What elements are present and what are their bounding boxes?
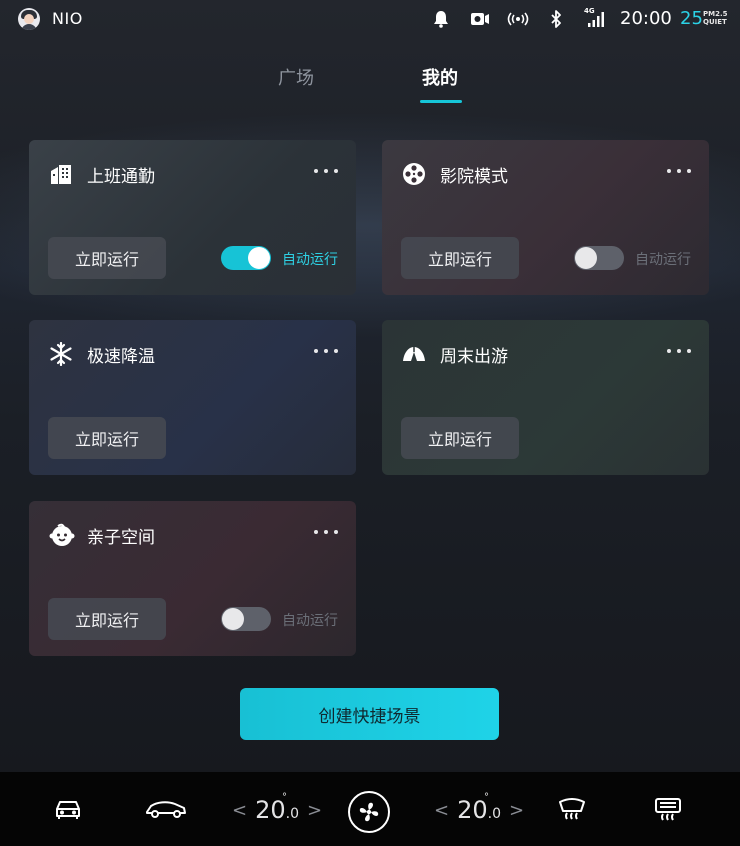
run-now-button[interactable]: 立即运行 — [48, 417, 166, 459]
dashcam-icon[interactable] — [470, 9, 490, 29]
tab-plaza[interactable]: 广场 — [278, 64, 314, 90]
right-temp-increase[interactable]: > — [509, 800, 524, 821]
more-options-icon[interactable] — [314, 523, 338, 541]
run-now-button[interactable]: 立即运行 — [401, 237, 519, 279]
user-avatar[interactable] — [18, 8, 40, 30]
scene-card-weekend-trip[interactable]: 周末出游 立即运行 — [382, 320, 709, 475]
car-side-icon[interactable] — [145, 795, 187, 823]
left-temp-increase[interactable]: > — [307, 800, 322, 821]
run-now-button[interactable]: 立即运行 — [48, 598, 166, 640]
front-defrost-icon[interactable] — [556, 795, 588, 823]
clock: 20:00 — [620, 8, 672, 29]
scene-title: 上班通勤 — [87, 167, 155, 187]
run-now-button[interactable]: 立即运行 — [48, 237, 166, 279]
scene-title: 影院模式 — [440, 167, 508, 187]
scene-card-cinema[interactable]: 影院模式 立即运行 自动运行 — [382, 140, 709, 295]
bell-icon[interactable] — [432, 9, 450, 29]
rear-defrost-icon[interactable] — [652, 795, 684, 823]
scene-card-rapid-cooling[interactable]: 极速降温 立即运行 — [29, 320, 356, 475]
car-icon[interactable] — [52, 795, 84, 823]
left-temperature[interactable]: < 20 .0 ° > — [224, 792, 330, 824]
tab-mine[interactable]: 我的 — [422, 64, 458, 90]
signal-icon: 4G — [584, 7, 606, 29]
scene-card-commute[interactable]: 上班通勤 立即运行 自动运行 — [29, 140, 356, 295]
scene-title: 周末出游 — [440, 347, 508, 367]
baby-face-icon — [49, 523, 75, 547]
auto-run-toggle[interactable] — [221, 246, 271, 270]
snowflake-icon — [49, 341, 73, 367]
scene-title: 亲子空间 — [87, 528, 155, 548]
network-type: 4G — [584, 7, 595, 15]
more-options-icon[interactable] — [314, 162, 338, 180]
more-options-icon[interactable] — [667, 342, 691, 360]
right-temp-decimal: .0 — [487, 806, 501, 822]
left-temp-decrease[interactable]: < — [232, 800, 247, 821]
auto-run-toggle[interactable] — [574, 246, 624, 270]
auto-run-label: 自动运行 — [282, 613, 338, 629]
scene-card-family-space[interactable]: 亲子空间 立即运行 自动运行 — [29, 501, 356, 656]
create-scene-button[interactable]: 创建快捷场景 — [240, 688, 499, 740]
right-temp-degree: ° — [484, 792, 489, 803]
run-now-button[interactable]: 立即运行 — [401, 417, 519, 459]
auto-run-label: 自动运行 — [635, 252, 691, 268]
fan-icon[interactable] — [348, 791, 390, 833]
more-options-icon[interactable] — [667, 162, 691, 180]
hotspot-icon[interactable] — [506, 9, 530, 29]
left-temp-decimal: .0 — [285, 806, 299, 822]
left-temp-degree: ° — [282, 792, 287, 803]
tab-active-indicator — [420, 100, 462, 103]
bluetooth-icon[interactable] — [548, 9, 564, 29]
status-bar: NIO 4G 20:00 25 PM2.5 QUIET — [0, 0, 740, 38]
auto-run-label: 自动运行 — [282, 252, 338, 268]
more-options-icon[interactable] — [314, 342, 338, 360]
aqi-value: 25 — [680, 8, 703, 29]
film-reel-icon — [402, 162, 426, 186]
scene-title: 极速降温 — [87, 347, 155, 367]
right-temp-decrease[interactable]: < — [434, 800, 449, 821]
tent-icon — [402, 342, 426, 366]
building-icon — [49, 162, 73, 186]
aqi-label: PM2.5 QUIET — [703, 10, 728, 26]
brand-label: NIO — [52, 9, 83, 28]
climate-bar: < 20 .0 ° > < 20 .0 ° > — [0, 772, 740, 846]
auto-run-toggle[interactable] — [221, 607, 271, 631]
right-temperature[interactable]: < 20 .0 ° > — [426, 792, 532, 824]
